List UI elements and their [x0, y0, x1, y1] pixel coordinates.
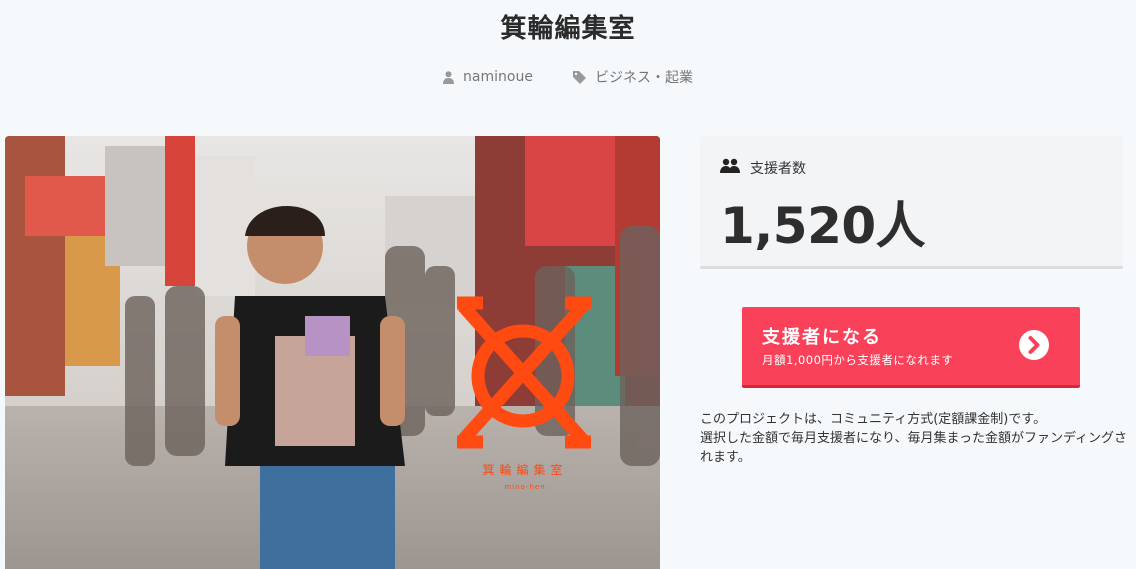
hero-logo-sub: mino-hen	[504, 483, 545, 491]
project-description: このプロジェクトは、コミュニティ方式(定額課金制)です。 選択した金額で毎月支援…	[700, 410, 1132, 467]
author-link[interactable]: naminoue	[443, 67, 533, 87]
users-icon	[720, 158, 740, 178]
become-supporter-button[interactable]: 支援者になる 月額1,000円から支援者になれます	[742, 307, 1080, 388]
description-line-1: このプロジェクトは、コミュニティ方式(定額課金制)です。	[700, 412, 1047, 427]
category-link[interactable]: ビジネス・起業	[572, 67, 693, 87]
category-name: ビジネス・起業	[594, 70, 693, 86]
supporters-label-row: 支援者数	[720, 158, 806, 178]
project-meta: naminoue ビジネス・起業	[0, 67, 1136, 87]
tag-icon	[572, 70, 586, 84]
user-icon	[443, 70, 455, 84]
hero-logo-text: 箕輪編集室	[482, 462, 567, 477]
author-name: naminoue	[463, 69, 533, 85]
supporters-label: 支援者数	[750, 161, 806, 177]
become-supporter-label: 支援者になる	[762, 327, 882, 348]
chevron-right-icon	[1018, 329, 1050, 361]
project-hero-image: 箕輪編集室 mino-hen	[5, 136, 660, 569]
description-line-2: 選択した金額で毎月支援者になり、毎月集まった金額がファンディングされます。	[700, 431, 1128, 465]
project-title: 箕輪編集室	[500, 14, 636, 44]
supporters-panel: 支援者数 1,520人	[700, 136, 1123, 269]
supporters-count: 1,520人	[720, 197, 926, 255]
become-supporter-sublabel: 月額1,000円から支援者になれます	[762, 353, 954, 367]
